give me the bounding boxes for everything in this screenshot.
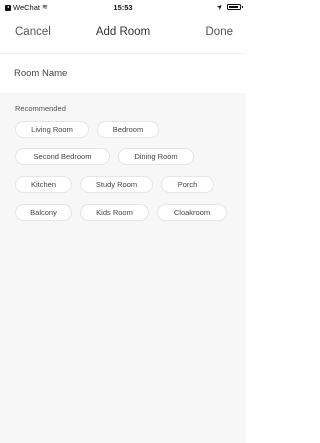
room-chip-porch[interactable]: Porch	[161, 176, 214, 193]
room-chip-dining-room[interactable]: Dining Room	[118, 148, 194, 165]
room-chip-kitchen[interactable]: Kitchen	[15, 176, 72, 193]
room-chip-second-bedroom[interactable]: Second Bedroom	[15, 148, 110, 165]
room-chip-balcony[interactable]: Balcony	[15, 204, 72, 221]
chip-row-2: Second Bedroom Dining Room	[15, 148, 194, 165]
location-icon: ➤	[215, 2, 225, 12]
room-chip-bedroom[interactable]: Bedroom	[97, 121, 159, 138]
chip-row-3: Kitchen Study Room Porch	[15, 176, 214, 193]
room-chip-study-room[interactable]: Study Room	[80, 176, 153, 193]
recommended-panel: Recommended Living Room Bedroom Second B…	[0, 93, 246, 443]
chip-row-1: Living Room Bedroom	[15, 121, 159, 138]
nav-bar: Cancel Add Room Done	[0, 20, 246, 46]
status-time: 15:53	[113, 3, 133, 12]
status-bar: WeChat ≋ 15:53 ➤	[0, 0, 246, 14]
room-chip-living-room[interactable]: Living Room	[15, 121, 89, 138]
room-chip-cloakroom[interactable]: Cloakroom	[157, 204, 227, 221]
room-chip-kids-room[interactable]: Kids Room	[80, 204, 149, 221]
status-right: ➤	[215, 2, 243, 12]
recommended-label: Recommended	[15, 104, 66, 113]
room-name-row	[0, 53, 246, 93]
done-button[interactable]: Done	[206, 26, 234, 38]
chip-row-4: Balcony Kids Room Cloakroom	[15, 204, 227, 221]
room-name-input[interactable]	[14, 64, 229, 82]
battery-fill	[229, 6, 238, 8]
battery-icon	[227, 4, 243, 10]
